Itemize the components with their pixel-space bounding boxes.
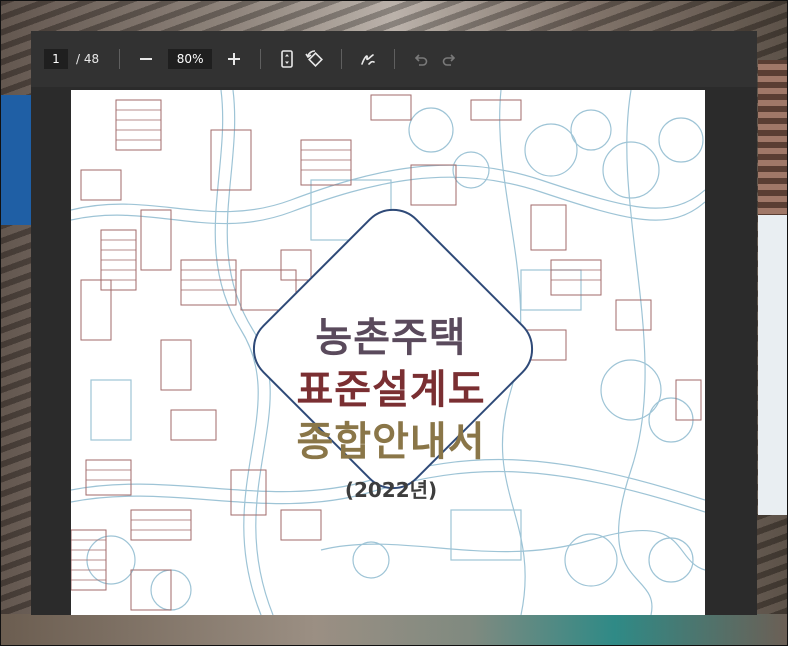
rotate-button[interactable] [301,45,329,73]
minus-icon [140,58,153,60]
fit-page-button[interactable] [273,45,301,73]
zoom-level-input[interactable]: 80% [168,49,213,69]
redo-button[interactable] [435,45,463,73]
page-number-input[interactable]: 1 [44,49,68,69]
toolbar-divider [119,49,121,69]
pdf-viewer: 1 / 48 80% 농촌주택 표준설계도 종합안내서 (2022년) [31,31,757,615]
draw-icon [361,54,375,65]
background-ground [0,614,788,646]
pdf-toolbar: 1 / 48 80% [31,31,757,87]
redo-icon [442,54,456,66]
title-line-2: 표준설계도 [296,367,486,413]
zoom-in-button[interactable] [220,45,248,73]
toolbar-divider [394,49,396,69]
pdf-page: 농촌주택 표준설계도 종합안내서 (2022년) [71,90,705,615]
title-year: (2022년) [344,478,438,502]
toolbar-divider [260,49,262,69]
undo-button[interactable] [407,45,435,73]
fit-page-icon [281,50,293,68]
background-wall [758,215,788,515]
rotate-icon [305,50,324,67]
toolbar-divider [341,49,343,69]
background-blue-tarp [0,95,32,225]
zoom-out-button[interactable] [132,45,160,73]
document-title: 농촌주택 표준설계도 종합안내서 (2022년) [211,312,571,510]
draw-button[interactable] [354,45,382,73]
background-roof [758,60,788,220]
undo-icon [415,54,428,66]
plus-icon [228,53,241,65]
title-line-3: 종합안내서 [296,419,486,465]
title-line-1: 농촌주택 [315,315,467,361]
page-total: / 48 [76,52,100,66]
